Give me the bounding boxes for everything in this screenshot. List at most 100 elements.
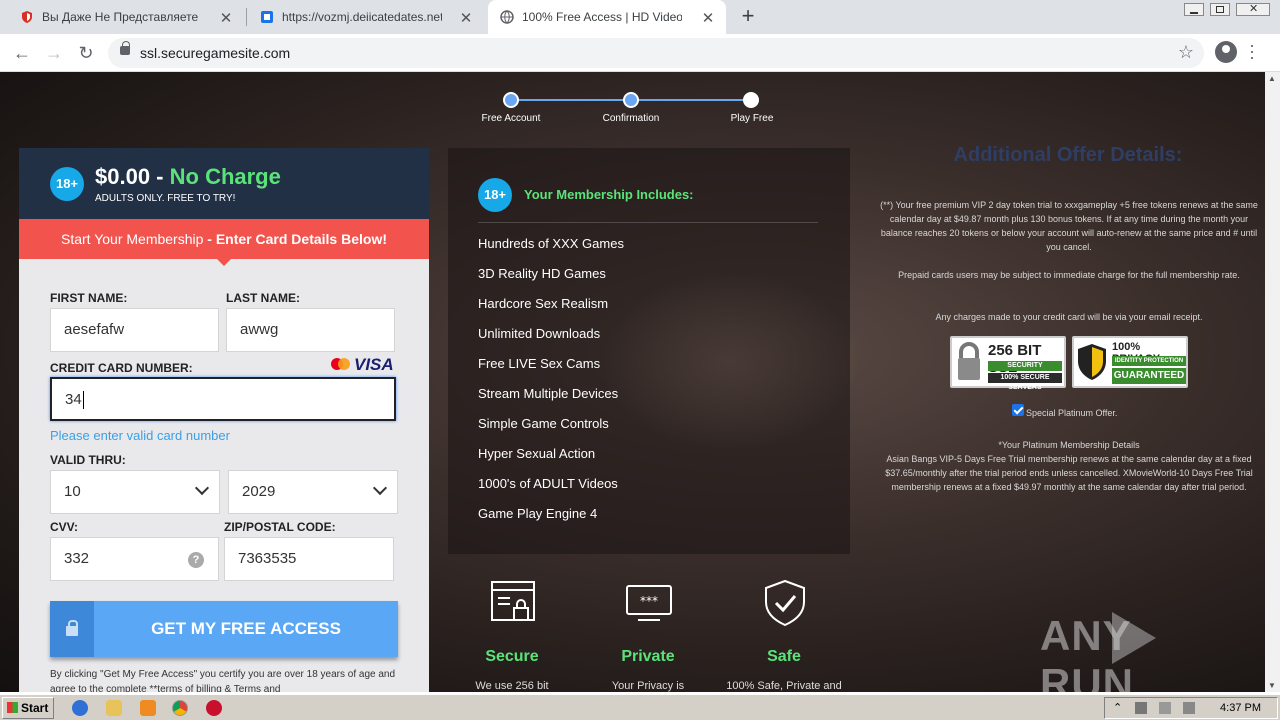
tab-2[interactable]: https://vozmj.deiicatedates.net/c/d/ ✕ [248,0,484,34]
page-content: Free Account Confirmation Play Free 18+ … [0,72,1265,692]
expiry-month-select[interactable]: 10 [50,470,220,514]
cvv-field[interactable]: 332 ? [50,537,219,581]
padlock-icon [66,620,78,636]
first-name-label: FIRST NAME: [50,291,128,305]
close-window-button[interactable]: ✕ [1236,3,1270,16]
expiry-year-value: 2029 [242,483,276,500]
watermark-right: RUN [1040,660,1134,692]
browser-toolbar: ← → ↻ ssl.securegamesite.com ☆ [0,34,1280,72]
tab-title: Вы Даже Не Представляете Что М [42,10,202,24]
last-name-label: LAST NAME: [226,291,300,305]
step-dot-3 [743,92,759,108]
seal-ssl-band: SECURITY ENCRYPTION [988,361,1062,379]
price-amount: $0.00 - [95,164,164,189]
seal-privacy-band: IDENTITY PROTECTION [1112,356,1186,366]
offer-paragraph-1: (**) Your free premium VIP 2 day token t… [880,200,1258,252]
forward-arrow-icon[interactable]: → [42,41,66,65]
site-icon [261,11,273,23]
tab-3-active[interactable]: 100% Free Access | HD Videos ✕ [488,0,726,34]
help-question-icon[interactable]: ? [188,552,204,568]
lock-icon[interactable] [120,41,130,55]
visa-logo: VISA [354,355,394,374]
last-name-field[interactable]: awwg [226,308,395,352]
bookmark-star-icon[interactable]: ☆ [1178,42,1194,63]
folder-icon[interactable] [106,700,122,716]
profile-avatar-icon[interactable] [1215,41,1237,63]
feature-item: Game Play Engine 4 [478,506,598,521]
feature-item: Free LIVE Sex Cams [478,356,601,371]
price-heading: $0.00 - No Charge [95,164,281,190]
platinum-details-text: Asian Bangs VIP-5 Days Free Trial member… [885,454,1253,492]
scroll-up-icon[interactable]: ▲ [1268,74,1276,83]
tray-expand-icon[interactable]: ⌃ [1113,701,1122,714]
shield-check-icon [765,579,805,627]
text-caret [82,391,84,410]
age-18-badge: 18+ [50,167,84,201]
feature-item: Hardcore Sex Realism [478,296,609,311]
card-logos: VISA [331,355,399,374]
feature-item: 3D Reality HD Games [478,266,606,281]
feature-item: Simple Game Controls [478,416,609,431]
globe-icon [500,10,514,24]
adults-only-subtitle: ADULTS ONLY. FREE TO TRY! [95,193,236,204]
credit-card-field[interactable]: 34 [50,377,396,421]
terms-text: By clicking "Get My Free Access" you cer… [50,669,396,692]
address-bar[interactable]: ssl.securegamesite.com ☆ [108,38,1204,68]
display-icon[interactable] [1159,702,1171,714]
card-details-banner: Start Your Membership - Enter Card Detai… [19,219,429,266]
feature-item: 1000's of ADULT Videos [478,476,618,491]
membership-panel: 18+ Your Membership Includes: Hundreds o… [448,148,850,554]
platinum-details-heading: *Your Platinum Membership Details [998,440,1140,450]
system-tray: ⌃ 4:37 PM [1104,697,1278,719]
button-lock-section [50,601,94,657]
seal-privacy-band-2: GUARANTEED [1112,368,1186,384]
first-name-field[interactable]: aesefafw [50,308,219,352]
tab-title: 100% Free Access | HD Videos [522,10,682,24]
back-arrow-icon[interactable]: ← [10,41,34,65]
chrome-icon[interactable] [172,700,188,716]
close-icon[interactable]: ✕ [700,9,716,27]
tab-1[interactable]: Вы Даже Не Представляете Что М ✕ [8,0,244,34]
divider [478,222,818,223]
page-scrollbar[interactable]: ▲ ▼ [1265,72,1280,692]
feature-item: Stream Multiple Devices [478,386,619,401]
restore-button[interactable] [1210,3,1230,16]
card-error-message: Please enter valid card number [50,428,230,443]
new-tab-button[interactable]: + [736,5,760,29]
network-icon[interactable] [1135,702,1147,714]
form-header: 18+ $0.00 - No Charge ADULTS ONLY. FREE … [19,148,429,219]
url-text[interactable]: ssl.securegamesite.com [140,45,290,61]
feature-item: Hundreds of XXX Games [478,236,624,251]
platinum-offer-label: Special Platinum Offer. [1026,408,1118,418]
minimize-button[interactable] [1184,3,1204,16]
close-icon[interactable]: ✕ [218,9,234,27]
tile-title: Secure [485,648,539,665]
platinum-offer-checkbox[interactable] [1012,404,1024,416]
volume-icon[interactable] [1183,702,1195,714]
zip-field[interactable]: 7363535 [224,537,394,581]
cvv-value: 332 [64,550,90,567]
expiry-year-select[interactable]: 2029 [228,470,398,514]
step-dot-1 [503,92,519,108]
scroll-down-icon[interactable]: ▼ [1268,681,1276,690]
security-app-icon[interactable] [206,700,222,716]
close-icon[interactable]: ✕ [458,9,474,27]
ssl-seal: 256 BIT SSL SECURITY ENCRYPTION 100% SEC… [950,336,1066,391]
kebab-menu-icon[interactable]: · · · [1246,36,1258,66]
tile-description: 100% Safe, Private and [726,680,842,692]
start-button[interactable]: Start [2,697,54,719]
step-label-free-account: Free Account [481,113,541,124]
feature-item: Unlimited Downloads [478,326,601,341]
membership-title: Your Membership Includes: [524,187,694,202]
clock[interactable]: 4:37 PM [1220,702,1261,714]
ie-icon[interactable] [72,700,88,716]
svg-text:***: *** [640,594,658,608]
reload-icon[interactable]: ↻ [74,41,98,65]
password-screen-icon: *** [626,585,672,621]
browser-lock-icon [491,581,535,621]
get-free-access-button[interactable]: GET MY FREE ACCESS [50,601,398,657]
chevron-down-icon [194,480,210,496]
media-player-icon[interactable] [140,700,156,716]
play-triangle-icon [1112,612,1156,664]
signup-form-panel: 18+ $0.00 - No Charge ADULTS ONLY. FREE … [19,148,429,692]
